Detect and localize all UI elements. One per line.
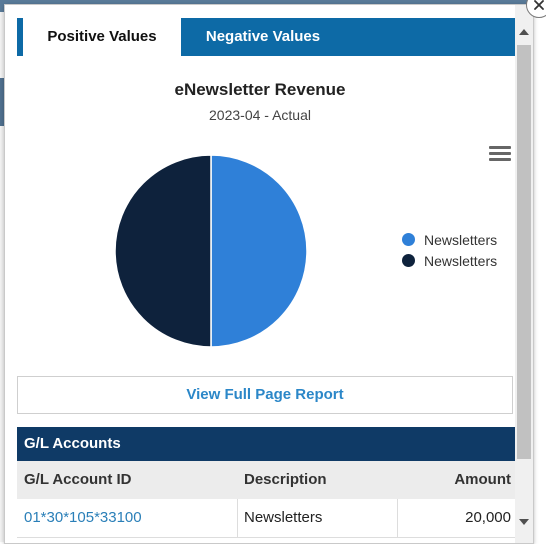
legend-label: Newsletters (424, 252, 498, 269)
gl-description-cell: Newsletters (244, 509, 323, 526)
tab-negative-values[interactable]: Negative Values (181, 18, 345, 56)
tab-bar: Positive Values Negative Values (17, 18, 515, 56)
gl-accounts-header: G/L Accounts (17, 427, 515, 461)
table-row: 01*30*105*33100 Newsletters 20,000 (17, 499, 515, 538)
gl-account-id-link[interactable]: 01*30*105*33100 (24, 499, 142, 537)
legend-marker-2 (402, 254, 415, 267)
pie-chart (114, 154, 308, 348)
legend-label: Newsletters (424, 231, 498, 248)
view-full-page-report-button[interactable]: View Full Page Report (17, 376, 513, 414)
column-header-amount[interactable]: Amount (454, 461, 511, 499)
popover-content: Positive Values Negative Values eNewslet… (5, 5, 515, 543)
legend-item[interactable]: Newsletters (402, 229, 497, 250)
report-popover: Positive Values Negative Values eNewslet… (4, 4, 534, 544)
tab-positive-values[interactable]: Positive Values (23, 18, 181, 56)
cell-divider (237, 499, 238, 537)
legend-item[interactable]: Newsletters (402, 250, 497, 271)
scroll-down-arrow-icon[interactable] (519, 519, 529, 525)
cell-divider (397, 499, 398, 537)
hamburger-menu-icon[interactable] (489, 146, 511, 164)
column-header-account-id[interactable]: G/L Account ID (24, 461, 132, 499)
chart-subtitle: 2023-04 - Actual (209, 107, 311, 123)
close-icon (534, 0, 544, 10)
scroll-up-arrow-icon[interactable] (519, 29, 529, 35)
column-header-description[interactable]: Description (244, 461, 327, 499)
pie-slice-1[interactable] (210, 154, 308, 348)
pie-slice-2[interactable] (114, 154, 212, 348)
gl-amount-cell: 20,000 (465, 509, 511, 526)
gl-table-header: G/L Account ID Description Amount (17, 461, 515, 499)
legend-marker-1 (402, 233, 415, 246)
vertical-scrollbar[interactable] (515, 5, 533, 543)
scrollbar-thumb[interactable] (517, 45, 531, 459)
chart-title: eNewsletter Revenue (174, 80, 346, 99)
chart-legend: Newsletters Newsletters (402, 229, 497, 271)
